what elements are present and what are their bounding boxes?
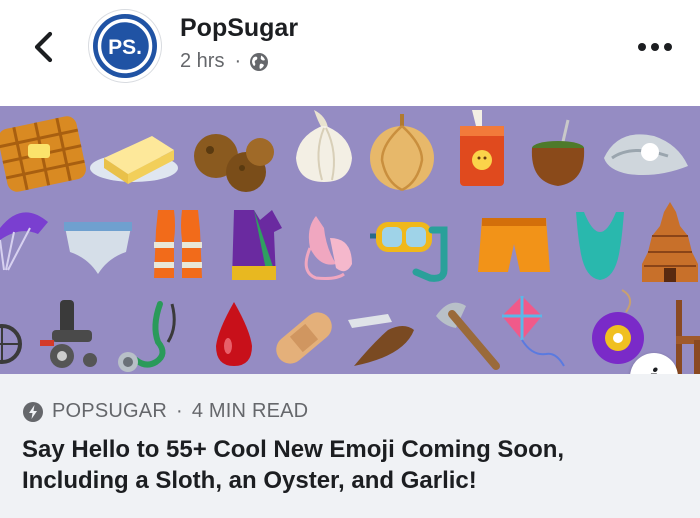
lightning-bolt-icon (23, 401, 43, 422)
link-source: POPSUGAR · 4 MIN READ (22, 400, 308, 423)
meta-separator: · (234, 50, 242, 72)
popsugar-logo: PS. (93, 14, 157, 78)
post-meta: 2 hrs · (180, 50, 269, 73)
source-name: POPSUGAR (52, 400, 167, 422)
avatar[interactable]: PS. (89, 10, 161, 82)
chevron-left-icon[interactable] (28, 28, 60, 66)
source-separator: · (175, 400, 183, 422)
sari-emoji (232, 210, 282, 280)
page-name[interactable]: PopSugar (180, 14, 298, 43)
link-title[interactable]: Say Hello to 55+ Cool New Emoji Coming S… (22, 434, 662, 496)
post-image[interactable] (0, 106, 700, 374)
facebook-post: PS. PopSugar 2 hrs · POPSUGAR · 4 MIN RE… (0, 0, 700, 518)
avatar-logo-text: PS. (108, 36, 142, 59)
emoji-grid (0, 106, 700, 374)
read-time: 4 MIN READ (191, 400, 309, 422)
timestamp[interactable]: 2 hrs (180, 50, 224, 73)
post-header: PS. PopSugar 2 hrs · (0, 0, 700, 106)
globe-icon (250, 52, 269, 71)
more-horizontal-icon[interactable] (634, 36, 676, 58)
